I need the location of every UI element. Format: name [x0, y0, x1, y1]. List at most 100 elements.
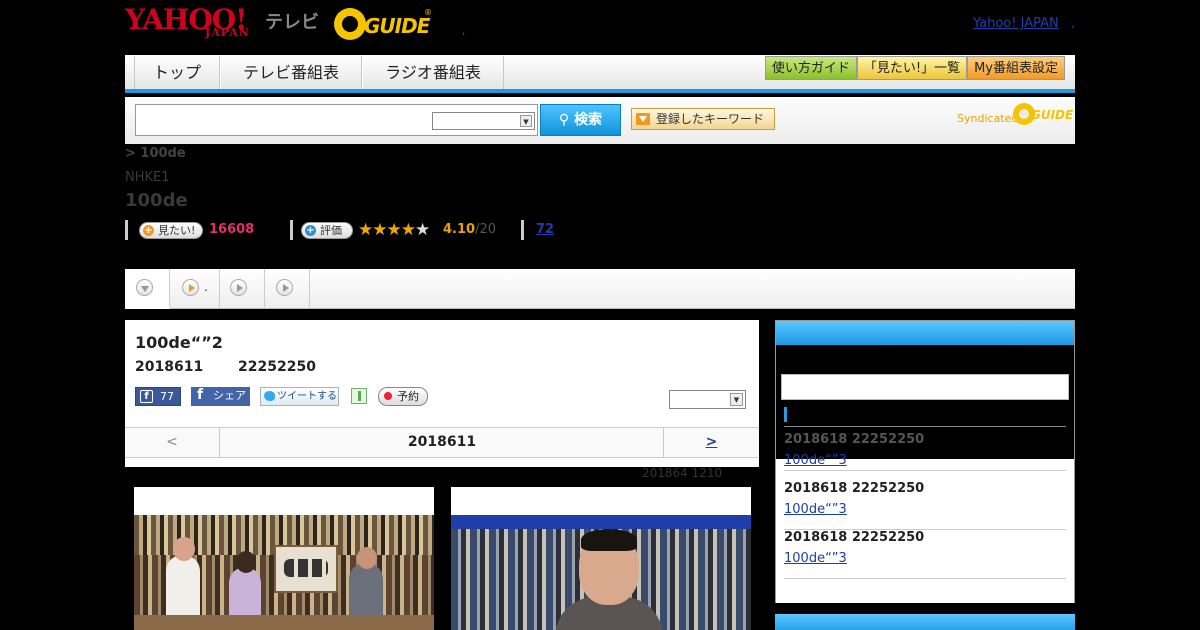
tab-4[interactable]: [265, 269, 310, 309]
upcoming-link[interactable]: 100de“”3: [784, 551, 847, 566]
list-item: 2018618 22252250 100de“”3: [784, 529, 1066, 579]
divider: [784, 426, 1066, 427]
list-item: 2018618 22252250 100de“”3: [784, 431, 1066, 471]
program-stats: + 見たい! 16608 + 評価 ★★★★★ 4.10/20 72: [125, 220, 725, 240]
facebook-share-button[interactable]: f シェア: [191, 387, 250, 406]
episode-time: 22252250: [238, 359, 316, 375]
tab-1[interactable]: [125, 269, 170, 309]
header-separator: ,: [462, 26, 466, 37]
upcoming-link[interactable]: 100de“”3: [784, 453, 847, 468]
nav-tab-radio-listings[interactable]: ラジオ番組表: [362, 56, 504, 89]
sidebar-section-header: [775, 614, 1075, 630]
episode-thumbnail-2[interactable]: [451, 487, 751, 630]
want-list-button[interactable]: 「見たい!」一覧: [856, 56, 968, 80]
reserve-recording-button[interactable]: 予約: [378, 387, 428, 406]
tv-logo-text[interactable]: テレビ: [265, 8, 319, 34]
main-nav: トップ テレビ番組表 ラジオ番組表 使い方ガイド 「見たい!」一覧 My番組表設…: [125, 55, 1075, 93]
nav-button-group: 使い方ガイド 「見たい!」一覧 My番組表設定: [764, 56, 1065, 80]
play-icon: [230, 279, 247, 296]
breadcrumb: > 100de: [125, 146, 186, 161]
search-bar: ▼ ⚲ 検索 登録したキーワード Syndicated GUIDE: [125, 97, 1075, 144]
upcoming-date: 2018618 22252250: [784, 530, 925, 545]
channel-name: NHKE1: [125, 170, 170, 185]
nav-tab-tv-listings[interactable]: テレビ番組表: [220, 56, 362, 89]
star-filled-icon: ★: [372, 220, 387, 240]
usage-guide-button[interactable]: 使い方ガイド: [764, 56, 857, 80]
search-category-select[interactable]: ▼: [432, 112, 535, 130]
episode-title: 100de“”2: [135, 333, 223, 352]
guest-portrait-image: [451, 515, 751, 630]
sidebar-header: [776, 321, 1074, 345]
syndicated-gguide-logo: GUIDE: [1013, 103, 1073, 125]
search-button[interactable]: ⚲ 検索: [540, 104, 621, 136]
stats-divider: [290, 220, 293, 240]
episode-date: 2018611: [135, 359, 204, 375]
want-button[interactable]: + 見たい!: [139, 222, 203, 239]
star-filled-icon: ★: [386, 220, 402, 240]
sidebar-search-input[interactable]: [781, 374, 1069, 400]
dropdown-arrow-icon: [636, 113, 650, 125]
previous-episode-button[interactable]: <: [125, 428, 220, 457]
nav-tab-top[interactable]: トップ: [134, 56, 220, 89]
chevron-down-icon: ▼: [730, 393, 743, 406]
saved-keywords-label: 登録したキーワード: [656, 112, 765, 126]
syndicated-logo-text: GUIDE: [1031, 108, 1074, 122]
gguide-logo-text: GUIDE: [364, 14, 430, 38]
chevron-down-icon: ▼: [520, 115, 532, 127]
search-button-label: 検索: [574, 112, 603, 128]
star-empty-icon: ★: [415, 220, 430, 240]
rating-stars: ★★★★★: [358, 220, 430, 240]
section-marker: [784, 407, 787, 422]
chevron-down-icon: [136, 279, 153, 296]
sidebar-upcoming: 2018618 22252250 100de“”3 2018618 222522…: [775, 320, 1075, 603]
stats-divider: [125, 220, 128, 240]
registered-mark: ®: [424, 8, 432, 17]
add-to-calendar-icon[interactable]: [351, 388, 367, 404]
gguide-logo[interactable]: GUIDE ®: [334, 8, 432, 40]
facebook-icon: f: [197, 387, 204, 403]
reviews-link[interactable]: 72: [536, 222, 554, 237]
want-button-label: 見たい!: [158, 224, 196, 237]
studio-scene-image: [134, 515, 434, 630]
upcoming-link[interactable]: 100de“”3: [784, 502, 847, 517]
header-link-separator: ,: [1071, 16, 1076, 31]
upcoming-date: 2018618 22252250: [784, 432, 925, 447]
program-title: 100de: [125, 190, 188, 211]
rate-button[interactable]: + 評価: [301, 222, 353, 239]
star-filled-icon: ★: [400, 220, 416, 240]
play-icon: [182, 279, 199, 296]
page: YAHOO! JAPAN テレビ GUIDE ® , Yahoo! JAPAN …: [0, 0, 1200, 630]
facebook-like-count[interactable]: f 77: [135, 387, 181, 406]
episode-select[interactable]: ▼: [669, 390, 746, 409]
rating-value: 4.10/20: [443, 222, 496, 237]
yahoo-japan-link[interactable]: Yahoo! JAPAN: [973, 16, 1059, 31]
play-icon: [276, 279, 293, 296]
syndicated-label: Syndicated: [957, 112, 1019, 125]
my-listings-settings-button[interactable]: My番組表設定: [967, 56, 1065, 80]
episode-card: 100de“”2 2018611 22252250 f 77 f シェア ツイー…: [125, 320, 759, 467]
plus-icon: +: [305, 225, 316, 236]
yahoo-japan-logo-text: JAPAN: [205, 26, 250, 39]
want-count: 16608: [209, 222, 255, 237]
gguide-g-icon: [334, 8, 366, 40]
plus-icon: +: [143, 225, 154, 236]
tweet-button[interactable]: ツイートする: [260, 387, 339, 406]
saved-keywords-button[interactable]: 登録したキーワード: [631, 108, 775, 130]
upcoming-date: 2018618 22252250: [784, 481, 925, 496]
search-icon: ⚲: [558, 112, 570, 128]
list-item: 2018618 22252250 100de“”3: [784, 480, 1066, 530]
episode-pager: < 2018611 >: [125, 427, 759, 458]
updated-timestamp: 201864 1210: [642, 466, 723, 480]
content-tabs: .: [125, 269, 1075, 309]
upcoming-list: 2018618 22252250 100de“”3 2018618 222522…: [776, 432, 1074, 603]
twitter-bird-icon: [264, 391, 275, 401]
next-episode-link[interactable]: >: [663, 428, 759, 457]
rate-button-label: 評価: [320, 224, 342, 237]
tab-3[interactable]: [220, 269, 265, 309]
episode-thumbnail-1[interactable]: [134, 487, 434, 630]
facebook-icon: f: [140, 390, 153, 403]
current-episode-date: 2018611: [407, 434, 477, 450]
record-dot-icon: [384, 392, 392, 400]
star-filled-icon: ★: [358, 220, 373, 240]
tab-2[interactable]: .: [170, 269, 220, 309]
